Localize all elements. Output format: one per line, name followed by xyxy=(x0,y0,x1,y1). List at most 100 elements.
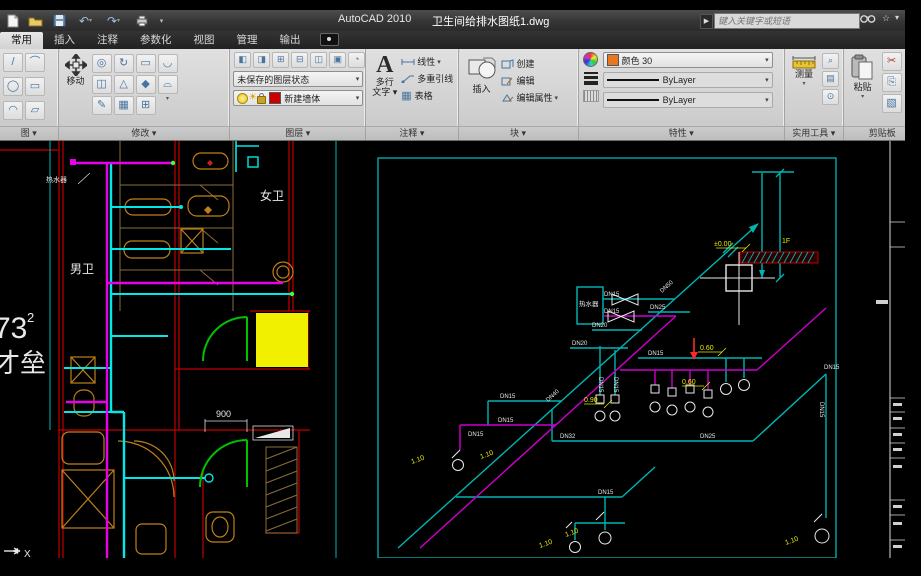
pipe-label: DN15 xyxy=(604,309,620,315)
current-layer-dropdown[interactable]: ☀ 新建墙体 ▾ xyxy=(233,90,364,106)
multileader-button[interactable]: 多重引线 xyxy=(401,70,453,87)
measure-button[interactable]: 测量 ▾ xyxy=(787,52,821,89)
quick-calc-icon[interactable]: ▤ xyxy=(822,71,840,87)
panel-layers: ◧ ◨ ⊞ ⊟ ◫ ▣ ◔ 未保存的图层状态 ▾ ☀ 新建墙体 ▾ 图层 ▾ xyxy=(230,49,367,140)
rectangle-tool-icon[interactable]: ▭ xyxy=(25,77,45,96)
area-superscript: 2 xyxy=(27,310,34,325)
infocenter-dropdown-icon[interactable]: ▾ xyxy=(895,13,899,22)
panel-draw-label[interactable]: 图 ▾ xyxy=(0,126,58,140)
autocad-window: ↶▾ ↷▾ ▾ AutoCAD 2010 卫生间给排水图纸1.dwg ▶ ☆ ▾… xyxy=(0,0,921,576)
copy-clip-icon[interactable]: ⎘ xyxy=(881,73,902,92)
tab-insert[interactable]: 插入 xyxy=(43,32,86,49)
layer-properties-icon[interactable]: ◧ xyxy=(234,52,252,68)
tab-manage[interactable]: 管理 xyxy=(226,32,269,49)
redo-icon[interactable]: ↷ ▾ xyxy=(104,12,123,29)
explode-tool-icon[interactable]: ▦ xyxy=(113,96,134,115)
polyline-tool-icon[interactable]: ⌒ xyxy=(25,53,45,72)
open-folder-icon[interactable] xyxy=(26,12,45,29)
edit-attributes-icon xyxy=(501,93,513,101)
layer-isolate-icon[interactable]: ⊞ xyxy=(272,52,290,68)
panel-properties-label[interactable]: 特性 ▾ xyxy=(578,126,785,140)
offset-tool-icon[interactable]: ⌓ xyxy=(157,75,178,94)
paste-label: 粘贴 xyxy=(853,82,872,92)
search-history-button[interactable]: ▶ xyxy=(700,14,713,29)
paste-special-icon[interactable]: ▧ xyxy=(881,94,902,113)
lineweight-icon[interactable] xyxy=(583,71,598,86)
copy-tool-icon[interactable]: ◎ xyxy=(91,54,112,73)
trim-tool-icon[interactable]: ▭ xyxy=(135,54,156,73)
save-icon[interactable] xyxy=(50,12,69,29)
fillet-tool-icon[interactable]: ◡ xyxy=(157,54,178,73)
layer-state-dropdown[interactable]: 未保存的图层状态 ▾ xyxy=(233,71,364,87)
edit-block-button[interactable]: 编辑 xyxy=(501,72,535,89)
circle-tool-icon[interactable]: ◯ xyxy=(3,77,23,96)
tab-parametric[interactable]: 参数化 xyxy=(129,32,183,49)
layer-on-bulb-icon[interactable] xyxy=(237,92,249,104)
pipe-label: DN15 xyxy=(468,432,484,438)
panel-annotate-label[interactable]: 注释 ▾ xyxy=(366,126,458,140)
tab-view[interactable]: 视图 xyxy=(183,32,226,49)
linetype-icon[interactable] xyxy=(582,90,599,102)
paste-button[interactable]: 粘贴 ▾ xyxy=(847,51,879,102)
mirror-tool-icon[interactable]: ◫ xyxy=(91,75,112,94)
panel-utilities-label[interactable]: 实用工具 ▾ xyxy=(785,126,843,140)
erase-tool-icon[interactable]: ✎ xyxy=(91,96,112,115)
stretch-tool-icon[interactable]: ◆ xyxy=(135,75,156,94)
create-block-button[interactable]: 创建 xyxy=(501,55,535,72)
plot-icon[interactable] xyxy=(132,12,151,29)
undo-icon[interactable]: ↶ ▾ xyxy=(76,12,95,29)
iso-hot-lines xyxy=(419,307,827,549)
tab-home[interactable]: 常用 xyxy=(0,32,43,49)
create-block-icon xyxy=(501,58,514,68)
linear-dim-icon xyxy=(401,58,415,65)
edit-attributes-button[interactable]: 编辑属性 ▾ xyxy=(501,89,558,106)
layer-unlock-icon[interactable] xyxy=(257,92,267,104)
rotate-tool-icon[interactable]: ↻ xyxy=(113,54,134,73)
panel-block-label[interactable]: 块 ▾ xyxy=(458,126,578,140)
layer-off-icon[interactable]: ◨ xyxy=(253,52,271,68)
layer-freeze-icon[interactable]: ⊟ xyxy=(291,52,309,68)
iso-frame xyxy=(377,157,837,558)
tab-annotate[interactable]: 注释 xyxy=(86,32,129,49)
qat-dropdown-icon[interactable]: ▾ xyxy=(152,12,171,29)
array-tool-icon[interactable]: ⊞ xyxy=(135,96,156,115)
layer-walk-icon[interactable]: ◔ xyxy=(348,52,366,68)
id-point-icon[interactable]: ⊙ xyxy=(822,89,840,105)
line-tool-icon[interactable]: / xyxy=(3,53,23,72)
star-icon[interactable]: ☆ xyxy=(882,13,890,24)
camera-icon[interactable] xyxy=(319,33,339,46)
mtext-button[interactable]: A 多行 文字 ▾ xyxy=(368,50,401,97)
layer-lock-icon[interactable]: ◫ xyxy=(310,52,328,68)
document-title: 卫生间给排水图纸1.dwg xyxy=(432,16,550,28)
layer-thaw-sun-icon[interactable]: ☀ xyxy=(248,93,257,103)
linetype-dropdown[interactable]: ByLayer ▾ xyxy=(602,92,773,108)
room-label-female: 女卫 xyxy=(260,188,284,203)
water-heater-label: 热水器 xyxy=(46,175,67,184)
quick-access-toolbar: ↶▾ ↷▾ ▾ AutoCAD 2010 卫生间给排水图纸1.dwg ▶ ☆ ▾ xyxy=(0,10,921,31)
scale-tool-icon[interactable]: △ xyxy=(113,75,134,94)
iso-fixtures xyxy=(451,379,830,553)
panel-layers-label[interactable]: 图层 ▾ xyxy=(230,126,366,140)
tab-output[interactable]: 输出 xyxy=(269,32,312,49)
color-wheel-icon[interactable] xyxy=(583,52,599,67)
stall-partitions xyxy=(119,141,234,311)
layer-match-icon[interactable]: ▣ xyxy=(329,52,347,68)
object-color-dropdown[interactable]: 颜色 30 ▾ xyxy=(602,52,773,68)
drawing-canvas[interactable]: 900 女卫 男卫 热水器 73 2 才垒 热水器 DN15 DN15 DN50… xyxy=(0,141,921,558)
lineweight-dropdown[interactable]: ByLayer ▾ xyxy=(602,72,773,88)
app-title: AutoCAD 2010 xyxy=(338,13,412,25)
panel-modify-label[interactable]: 修改 ▾ xyxy=(58,126,230,140)
cut-scissors-icon[interactable]: ✂ xyxy=(881,52,902,71)
new-file-icon[interactable] xyxy=(3,12,22,29)
binoculars-search-icon[interactable] xyxy=(860,13,876,27)
move-button[interactable]: 移动 xyxy=(61,51,91,86)
mtext-A-icon: A xyxy=(376,52,394,78)
arc-tool-icon[interactable]: ◠ xyxy=(3,101,23,120)
linear-dim-button[interactable]: 线性 ▾ xyxy=(401,53,441,70)
search-input[interactable] xyxy=(714,13,860,29)
revcloud-tool-icon[interactable]: ▱ xyxy=(25,101,45,120)
quick-select-icon[interactable]: ⌕ xyxy=(822,53,840,69)
insert-block-button[interactable]: 插入 xyxy=(463,51,501,94)
title-block xyxy=(876,141,905,558)
table-button[interactable]: ▦ 表格 xyxy=(401,87,432,104)
